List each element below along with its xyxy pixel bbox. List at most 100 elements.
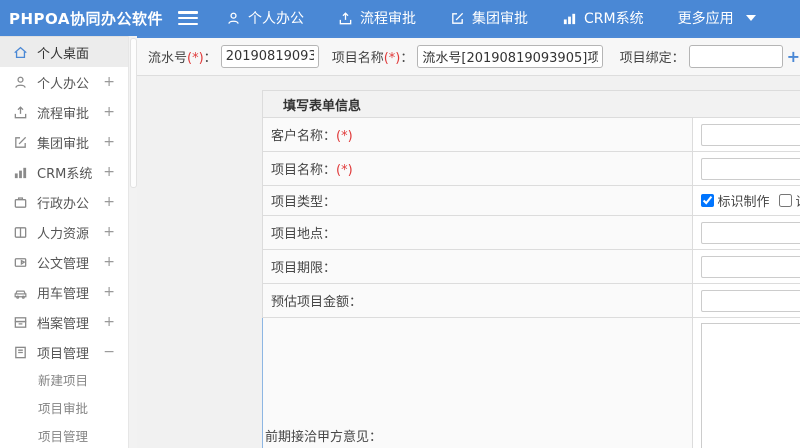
expand-plus-icon[interactable]: +: [103, 314, 115, 330]
project-location-input[interactable]: [700, 221, 800, 244]
initial-opinion-textarea[interactable]: [700, 323, 800, 448]
sidebar-item-project[interactable]: 项目管理 −: [0, 337, 128, 367]
sidebar-item-archive[interactable]: 档案管理 +: [0, 307, 128, 337]
sidebar-item-personal-office[interactable]: 个人办公 +: [0, 67, 128, 97]
sidebar-item-label: 个人桌面: [37, 46, 90, 62]
book-icon: [14, 226, 27, 238]
project-type-label: 项目类型：: [262, 185, 693, 216]
checkbox-sign-making[interactable]: [700, 194, 714, 207]
project-name-input[interactable]: [417, 45, 603, 68]
collapse-minus-icon[interactable]: −: [103, 344, 115, 360]
sidebar-scrollbar[interactable]: [128, 36, 137, 448]
form-panel: 填写表单信息 客户名称：(*) 项目名称：(*) 项目类型： 标识制作 设计 媒…: [262, 90, 800, 448]
nav-label: 集团审批: [472, 11, 528, 27]
table-row: 客户名称：(*): [262, 117, 800, 152]
sidebar-item-label: 用车管理: [37, 286, 90, 302]
project-name-row-label: 项目名称：(*): [262, 151, 693, 186]
sidebar-item-label: 项目管理: [37, 346, 90, 362]
sidebar-subitem-project-approval[interactable]: 项目审批: [0, 395, 128, 423]
expand-plus-icon[interactable]: +: [103, 284, 115, 300]
scrollbar-thumb[interactable]: [130, 38, 137, 188]
expand-plus-icon[interactable]: +: [103, 224, 115, 240]
nav-personal-office[interactable]: 个人办公: [226, 8, 304, 28]
project-name-row-input[interactable]: [700, 157, 800, 180]
menu-icon[interactable]: [178, 11, 198, 25]
sidebar-item-hr[interactable]: 人力资源 +: [0, 217, 128, 247]
process-icon: [339, 11, 352, 24]
customer-name-label: 客户名称：(*): [262, 117, 693, 152]
user-icon: [228, 12, 239, 24]
form-section-title: 填写表单信息: [262, 90, 800, 118]
expand-plus-icon[interactable]: +: [103, 74, 115, 90]
project-duration-label: 项目期限：: [262, 249, 693, 284]
checkbox-label[interactable]: 标识制作: [718, 191, 770, 210]
expand-plus-icon[interactable]: +: [103, 104, 115, 120]
add-bind-button[interactable]: +: [787, 47, 800, 66]
serial-input[interactable]: [220, 45, 319, 68]
table-row: 项目期限：: [262, 249, 800, 284]
sidebar-item-label: 行政办公: [37, 196, 90, 212]
estimated-amount-label: 预估项目金额：: [262, 283, 693, 318]
project-location-label: 项目地点：: [262, 215, 693, 250]
nav-more-apps[interactable]: 更多应用: [678, 8, 756, 28]
table-row: 项目类型： 标识制作 设计 媒体发布 置换: [262, 185, 800, 216]
sidebar-item-label: 档案管理: [37, 316, 90, 332]
chart-icon: [563, 13, 576, 24]
sidebar-item-label: CRM系统: [37, 166, 93, 182]
table-row: 项目地点：: [262, 215, 800, 250]
table-row: 预估项目金额：: [262, 283, 800, 318]
sidebar-item-label: 公文管理: [37, 256, 90, 272]
project-icon: [15, 346, 26, 358]
table-row: 项目名称：(*): [262, 151, 800, 186]
expand-plus-icon[interactable]: +: [103, 164, 115, 180]
form-table: 填写表单信息 客户名称：(*) 项目名称：(*) 项目类型： 标识制作 设计 媒…: [262, 90, 800, 448]
user-icon: [15, 76, 26, 88]
sidebar-subitem-project-manage[interactable]: 项目管理: [0, 423, 128, 448]
form-toolbar: 流水号(*)： 项目名称(*)： 项目绑定： +: [137, 38, 800, 76]
project-bind-label: 项目绑定：: [619, 51, 685, 66]
sidebar-item-label: 个人办公: [37, 76, 90, 92]
sidebar-item-process-approval[interactable]: 流程审批 +: [0, 97, 128, 127]
table-row: 前期接洽甲方意见：: [262, 317, 800, 448]
required-mark: (*): [336, 163, 353, 178]
project-name-label: 项目名称(*)：: [331, 51, 414, 66]
caret-down-icon: [745, 15, 756, 21]
sidebar-item-label: 集团审批: [37, 136, 90, 152]
checkbox-label[interactable]: 设计: [796, 191, 800, 210]
car-icon: [14, 289, 27, 299]
checkbox-design[interactable]: [778, 194, 792, 207]
process-icon: [14, 105, 27, 118]
project-bind-input[interactable]: [688, 45, 783, 68]
sidebar-item-personal-desktop[interactable]: 个人桌面: [0, 37, 128, 67]
nav-label: CRM系统: [584, 11, 644, 27]
edit-icon: [15, 136, 27, 148]
sidebar-item-group-approval[interactable]: 集团审批 +: [0, 127, 128, 157]
nav-label: 更多应用: [677, 11, 734, 27]
customer-name-input[interactable]: [700, 123, 800, 146]
expand-plus-icon[interactable]: +: [103, 134, 115, 150]
sidebar-item-official-docs[interactable]: 公文管理 +: [0, 247, 128, 277]
sidebar: 个人桌面 个人办公 + 流程审批 + 集团审批 + CRM系统 + 行政办公 +…: [0, 36, 128, 448]
document-icon: [14, 257, 27, 267]
estimated-amount-input[interactable]: [700, 289, 800, 312]
sidebar-item-vehicle[interactable]: 用车管理 +: [0, 277, 128, 307]
home-icon: [14, 46, 27, 58]
main-content: 流水号(*)： 项目名称(*)： 项目绑定： + 填写表单信息 客户名称：(*)…: [137, 36, 800, 448]
expand-plus-icon[interactable]: +: [103, 194, 115, 210]
nav-group-approval[interactable]: 集团审批: [450, 8, 528, 28]
edit-icon: [452, 12, 464, 24]
nav-crm-system[interactable]: CRM系统: [562, 8, 644, 28]
nav-process-approval[interactable]: 流程审批: [338, 8, 416, 28]
sidebar-item-admin-office[interactable]: 行政办公 +: [0, 187, 128, 217]
project-duration-input[interactable]: [700, 255, 800, 278]
required-mark: (*): [187, 51, 204, 66]
topbar: PHPOA协同办公软件 个人办公 流程审批 集团审批 CRM系统 更多应用: [0, 0, 800, 36]
sidebar-item-label: 人力资源: [37, 226, 90, 242]
sidebar-subitem-new-project[interactable]: 新建项目: [0, 367, 128, 395]
project-type-options: 标识制作 设计 媒体发布 置换: [700, 191, 800, 210]
app-logo: PHPOA协同办公软件: [9, 9, 163, 28]
serial-label: 流水号(*)：: [148, 51, 217, 66]
expand-plus-icon[interactable]: +: [103, 254, 115, 270]
archive-icon: [14, 316, 27, 328]
sidebar-item-crm[interactable]: CRM系统 +: [0, 157, 128, 187]
